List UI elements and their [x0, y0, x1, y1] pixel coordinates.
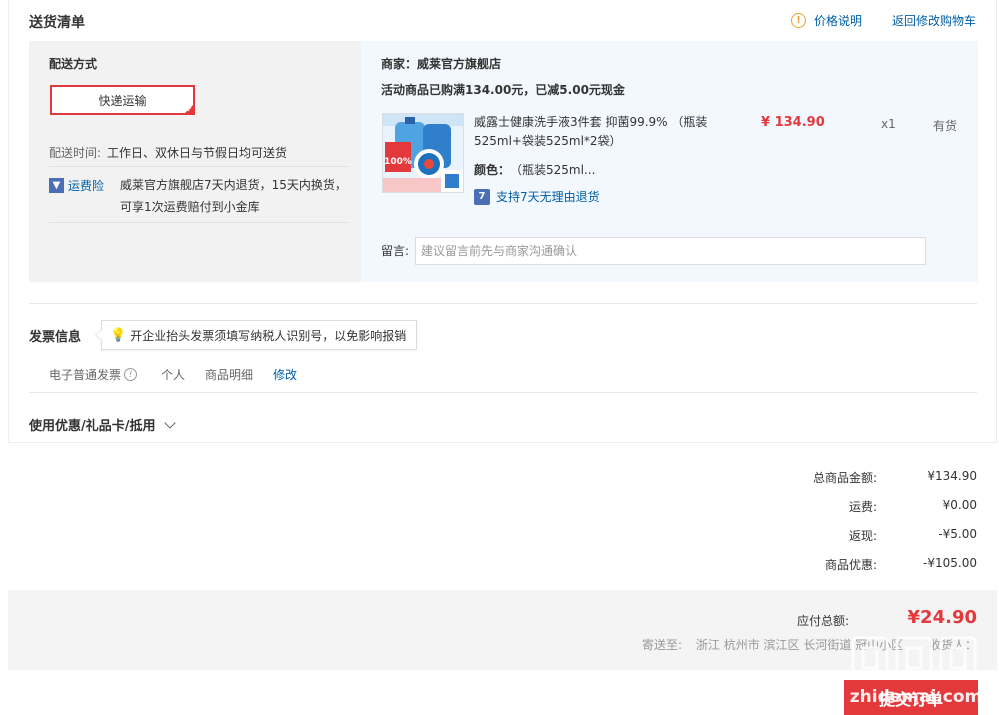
lightbulb-icon: 💡 [110, 327, 127, 343]
summary-row-discount: 商品优惠: -¥105.00 [717, 556, 977, 573]
summary-value: -¥105.00 [923, 556, 977, 570]
payable-amount: ¥24.90 [907, 607, 977, 628]
product-image[interactable]: 100% [382, 113, 464, 193]
product-badge: 100% [384, 157, 412, 167]
freight-insurance-label: 运费险 [68, 178, 105, 193]
price-explain-link[interactable]: ! 价格说明 [790, 12, 862, 29]
return-7day-icon: 7 [474, 188, 490, 205]
ship-to-value: 浙江 杭州市 滨江区 长河街道 冠山小区 [695, 638, 904, 652]
check-icon: ✓ [186, 105, 193, 114]
promo-text: 活动商品已购满134.00元，已减5.00元现金 [381, 83, 625, 97]
shipping-time: 配送时间: 工作日、双休日与节假日均可送货 [49, 144, 287, 161]
summary-label: 商品优惠: [824, 558, 877, 572]
coupon-label: 使用优惠/礼品卡/抵用 [29, 419, 156, 434]
invoice-row: 电子普通发票 ! 个人 商品明细 修改 [49, 366, 317, 383]
payment-bar: 应付总额: ¥24.90 寄送至: 浙江 杭州市 滨江区 长河街道 冠山小区 收… [8, 590, 997, 670]
product-color: 颜色： （瓶装525ml... [474, 161, 595, 178]
shipping-time-label: 配送时间: [49, 146, 102, 160]
divider [29, 392, 977, 393]
divider [49, 166, 349, 167]
ship-to-address: 寄送至: 浙江 杭州市 滨江区 长河街道 冠山小区 收货人： [642, 636, 977, 653]
info-icon[interactable]: ! [124, 368, 138, 381]
top-links: ! 价格说明 返回修改购物车 [790, 12, 976, 29]
product-bottles-icon: 100% [383, 114, 463, 192]
payable-label: 应付总额: [796, 614, 849, 628]
product-stock: 有货 [933, 119, 958, 133]
summary-label: 返现: [848, 529, 877, 543]
message-input[interactable] [415, 237, 926, 265]
chevron-down-icon [163, 416, 176, 429]
product-color-label: 颜色： [474, 163, 511, 177]
divider [49, 222, 349, 223]
invoice-tip-text: 开企业抬头发票须填写纳税人识别号，以免影响报销 [130, 328, 407, 343]
back-to-cart-link[interactable]: 返回修改购物车 [892, 12, 976, 29]
summary-label: 总商品金额: [812, 471, 877, 485]
merchant-name: 商家：威莱官方旗舰店 [381, 57, 502, 71]
order-card: 送货清单 ! 价格说明 返回修改购物车 配送方式 快递运输 ✓ 配送时间: 工作日… [8, 0, 997, 443]
price-explain-label: 价格说明 [813, 14, 862, 28]
invoice-type: 电子普通发票 [49, 368, 122, 382]
delivery-title: 送货清单 [29, 15, 85, 31]
shipping-method-value: 快递运输 [98, 93, 147, 108]
freight-insurance: ▼ 运费险 威莱官方旗舰店7天内退货，15天内换货，可享1次运费赔付到小金库 [49, 176, 350, 218]
return-policy-label: 支持7天无理由退货 [496, 190, 600, 204]
shipping-method-express-button[interactable]: 快递运输 ✓ [50, 85, 195, 115]
invoice-detail: 商品明细 [205, 368, 254, 382]
shipping-method-label: 配送方式 [49, 57, 98, 71]
message-label: 留言: [381, 244, 410, 258]
warning-icon: ! [790, 13, 806, 28]
shipping-panel: 配送方式 快递运输 ✓ 配送时间: 工作日、双休日与节假日均可送货 ▼ 运费险 威… [29, 41, 361, 282]
return-policy-link[interactable]: 7 支持7天无理由退货 [474, 188, 600, 205]
submit-order-button[interactable]: 提交订单 [844, 680, 978, 715]
divider [29, 303, 977, 304]
freight-insurance-icon: ▼ [49, 177, 64, 193]
ship-to-label: 寄送至: [642, 638, 683, 652]
coupon-toggle[interactable]: 使用优惠/礼品卡/抵用 [29, 415, 176, 434]
invoice-title: 发票信息 [29, 330, 82, 345]
summary-value: ¥134.90 [927, 469, 977, 483]
summary-row-total: 总商品金额: ¥134.90 [717, 469, 977, 486]
product-title-link[interactable]: 威露士健康洗手液3件套 抑菌99.9% （瓶装525ml+袋装525ml*2袋） [474, 113, 724, 151]
summary-value: -¥5.00 [938, 527, 977, 541]
summary-value: ¥0.00 [942, 498, 977, 512]
summary-label: 运费: [848, 500, 877, 514]
freight-insurance-text: 威莱官方旗舰店7天内退货，15天内换货，可享1次运费赔付到小金库 [120, 178, 347, 214]
invoice-modify-link[interactable]: 修改 [273, 366, 297, 383]
product-price: ¥ 134.90 [761, 115, 825, 130]
receiver-label: 收货人： [928, 638, 977, 652]
summary-row-cashback: 返现: -¥5.00 [717, 527, 977, 544]
freight-insurance-link[interactable]: ▼ 运费险 [49, 176, 104, 194]
shipping-time-value: 工作日、双休日与节假日均可送货 [107, 146, 288, 160]
invoice-person: 个人 [161, 368, 186, 382]
product-color-value: （瓶装525ml... [516, 163, 596, 177]
product-panel: 商家：威莱官方旗舰店 活动商品已购满134.00元，已减5.00元现金 100%… [361, 41, 978, 282]
product-quantity: x1 [881, 117, 896, 131]
summary-row-freight: 运费: ¥0.00 [717, 498, 977, 515]
invoice-tip: 💡 开企业抬头发票须填写纳税人识别号，以免影响报销 [94, 320, 418, 350]
